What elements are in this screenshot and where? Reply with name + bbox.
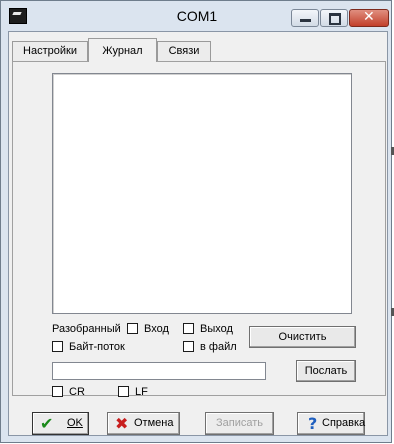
out-checkbox-label: Выход [200,323,233,335]
bytestream-checkbox-label: Байт-поток [69,341,125,353]
out-checkbox[interactable] [183,323,194,334]
in-checkbox[interactable] [127,323,138,334]
minimize-icon [300,19,311,22]
tab-settings[interactable]: Настройки [12,41,88,61]
write-button[interactable]: Записать [205,412,274,435]
close-icon: ✕ [363,9,375,25]
cancel-x-icon: ✖ [115,414,129,433]
cr-checkbox-label: CR [69,386,85,398]
tab-links[interactable]: Связи [157,41,211,61]
dialog-client-area: Настройки Журнал Связи Разобранный Вход … [8,31,388,436]
minimize-button[interactable] [291,9,319,27]
help-question-icon: ? [308,414,318,433]
parsed-mode-label: Разобранный [52,323,121,335]
send-input[interactable] [52,362,266,380]
journal-log-area[interactable] [52,73,352,314]
ok-button[interactable]: ✔ OK [32,412,89,435]
in-checkbox-label: Вход [144,323,169,335]
checkmark-icon: ✔ [40,414,54,433]
clear-button[interactable]: Очистить [249,326,356,348]
lf-checkbox-label: LF [135,386,148,398]
com1-window: COM1 ✕ Настройки Журнал Связи Разобранны… [0,0,392,443]
help-button[interactable]: ? Справка [297,412,365,435]
close-button[interactable]: ✕ [349,9,389,27]
title-bar[interactable]: COM1 ✕ [1,1,393,31]
maximize-icon [329,13,341,25]
cancel-button[interactable]: ✖ Отмена [107,412,180,435]
maximize-button[interactable] [320,9,348,27]
lf-checkbox[interactable] [118,386,129,397]
bytestream-checkbox[interactable] [52,341,63,352]
send-button[interactable]: Послать [296,360,356,382]
tab-journal[interactable]: Журнал [88,38,157,62]
to-file-checkbox-label: в файл [200,341,237,353]
cr-checkbox[interactable] [52,386,63,397]
to-file-checkbox[interactable] [183,341,194,352]
journal-tab-panel: Разобранный Вход Выход Байт-поток в файл… [12,61,386,398]
